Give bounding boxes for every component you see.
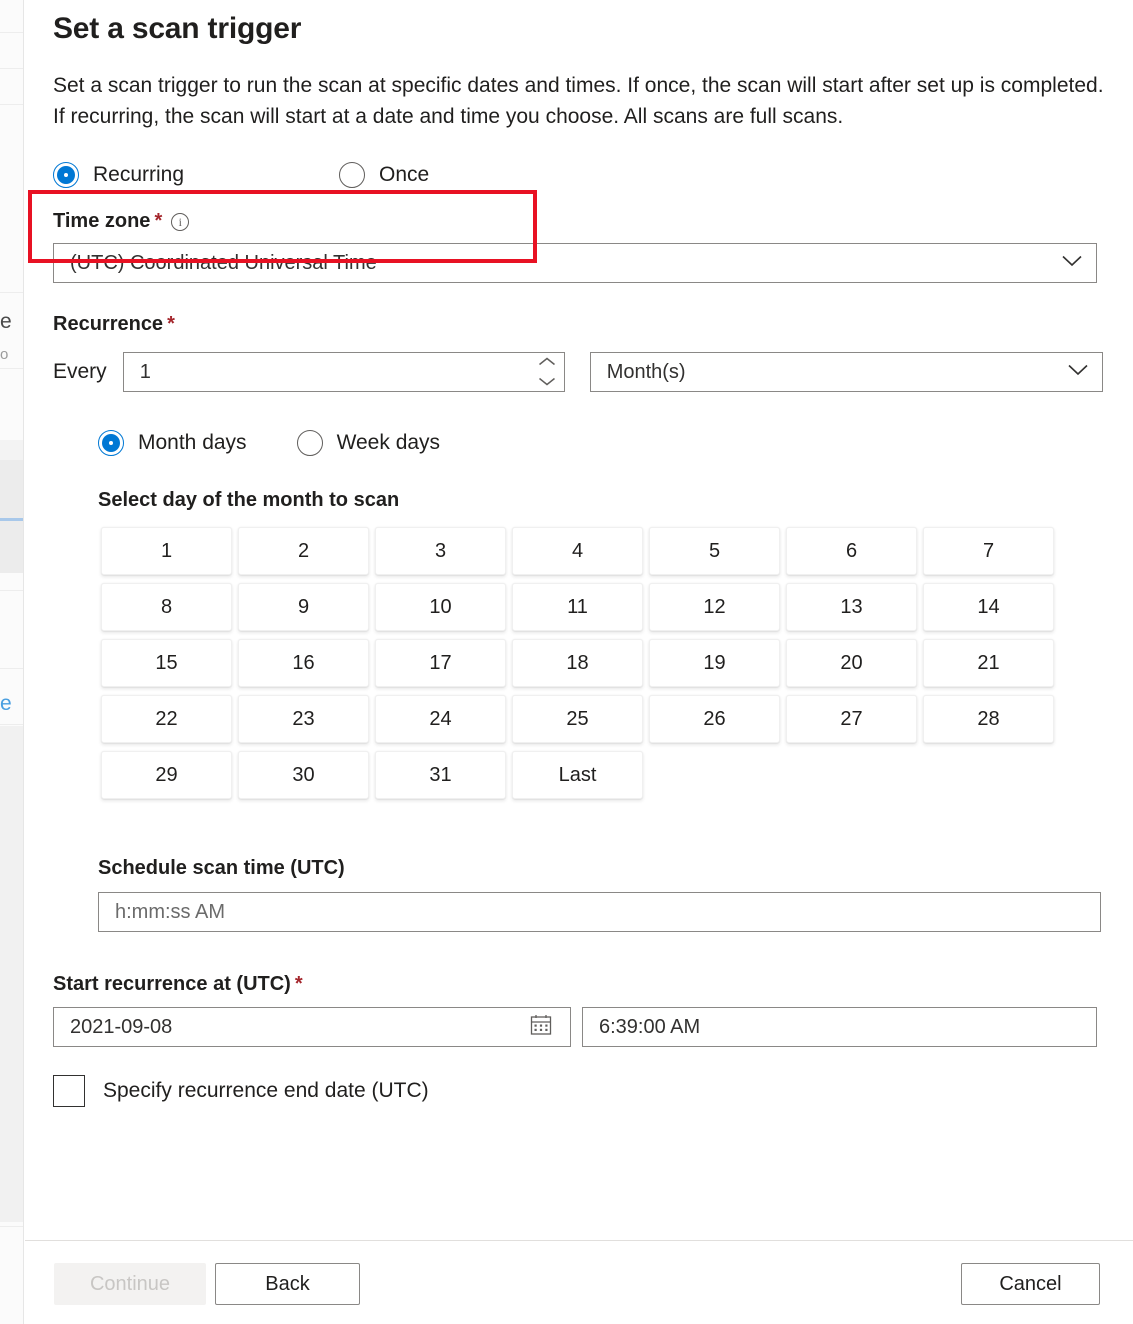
bg-text-fragment-3: e [0, 692, 12, 715]
day-cell[interactable]: 20 [786, 639, 917, 687]
day-cell[interactable]: 13 [786, 583, 917, 631]
cancel-button[interactable]: Cancel [961, 1263, 1100, 1305]
bg-text-fragment-1: e [0, 310, 12, 333]
day-cell[interactable]: 8 [101, 583, 232, 631]
recurrence-required-marker: * [167, 313, 175, 335]
day-cell[interactable]: 29 [101, 751, 232, 799]
day-cell[interactable]: 16 [238, 639, 369, 687]
day-cell[interactable]: 17 [375, 639, 506, 687]
day-cell[interactable]: 25 [512, 695, 643, 743]
day-cell[interactable]: 22 [101, 695, 232, 743]
spinner-up-icon[interactable] [538, 353, 556, 371]
radio-recurring[interactable]: Recurring [53, 162, 184, 188]
recurrence-label-text: Recurrence [53, 313, 164, 335]
trigger-type-radio-group: Recurring Once [53, 162, 1133, 188]
day-picker-label: Select day of the month to scan [98, 489, 400, 511]
time-zone-label: Time zone * i [53, 210, 1133, 233]
day-cell[interactable]: 23 [238, 695, 369, 743]
day-cell[interactable]: 3 [375, 527, 506, 575]
start-recurrence-time-value: 6:39:00 AM [599, 1015, 701, 1038]
recurrence-interval-value: 1 [139, 360, 151, 383]
start-recurrence-required-marker: * [294, 973, 303, 995]
radio-week-days-icon[interactable] [296, 430, 323, 456]
radio-month-days[interactable]: Month days [98, 430, 247, 456]
radio-month-days-icon[interactable] [98, 430, 124, 456]
radio-month-days-label: Month days [138, 431, 247, 454]
recurrence-unit-dropdown[interactable]: Month(s) [589, 352, 1103, 392]
chevron-down-icon [1068, 363, 1088, 381]
day-cell[interactable]: 4 [512, 527, 643, 575]
day-cell[interactable]: 28 [923, 695, 1054, 743]
time-zone-value: (UTC) Coordinated Universal Time [70, 251, 377, 274]
day-cell[interactable]: 12 [649, 583, 780, 631]
dialog-footer: Continue Back Cancel [25, 1240, 1133, 1324]
day-cell[interactable]: 19 [649, 639, 780, 687]
day-cell[interactable]: 21 [923, 639, 1054, 687]
info-icon[interactable]: i [171, 212, 190, 231]
time-zone-required-marker: * [154, 210, 163, 232]
day-cell[interactable]: 15 [101, 639, 232, 687]
day-cell[interactable]: 11 [512, 583, 643, 631]
recurrence-end-date-label: Specify recurrence end date (UTC) [103, 1079, 429, 1102]
day-cell[interactable]: 2 [238, 527, 369, 575]
day-cell[interactable]: 24 [375, 695, 506, 743]
background-page-strip: e o e [0, 0, 24, 1324]
radio-recurring-icon[interactable] [53, 162, 79, 188]
time-zone-label-text: Time zone [53, 210, 151, 232]
day-cell[interactable]: 6 [786, 527, 917, 575]
page-title: Set a scan trigger [53, 12, 302, 45]
recurrence-mode-radio-group: Month days Week days [98, 430, 1133, 456]
day-cell[interactable]: 5 [649, 527, 780, 575]
every-label: Every [53, 360, 107, 383]
day-cell[interactable]: 10 [375, 583, 506, 631]
schedule-scan-time-placeholder: h:mm:ss AM [115, 900, 226, 923]
start-recurrence-time-input[interactable]: 6:39:00 AM [582, 1007, 1097, 1047]
day-cell[interactable]: 18 [512, 639, 643, 687]
time-zone-dropdown[interactable]: (UTC) Coordinated Universal Time [53, 243, 1097, 283]
day-cell[interactable]: 9 [238, 583, 369, 631]
recurrence-end-date-checkbox[interactable] [53, 1075, 85, 1107]
day-cell[interactable]: Last [512, 751, 643, 799]
recurrence-interval-input[interactable]: 1 [122, 352, 565, 392]
recurrence-interval-row: Every 1 Month(s) [53, 352, 1133, 392]
day-cell[interactable]: 31 [375, 751, 506, 799]
month-day-grid: 1 2 3 4 5 6 7 8 9 10 11 12 13 14 15 16 17 18 19 20 21 22 23 24 2… [98, 523, 1057, 803]
start-recurrence-date-value: 2021-09-08 [70, 1015, 173, 1038]
day-cell[interactable]: 14 [923, 583, 1054, 631]
day-cell[interactable]: 30 [238, 751, 369, 799]
start-recurrence-date-input[interactable]: 2021-09-08 [53, 1007, 571, 1047]
radio-once-icon[interactable] [339, 162, 366, 188]
start-recurrence-label: Start recurrence at (UTC) * [53, 973, 1133, 996]
continue-button[interactable]: Continue [54, 1263, 206, 1305]
recurrence-label: Recurrence * [53, 313, 1133, 336]
day-cell[interactable]: 1 [101, 527, 232, 575]
recurrence-unit-value: Month(s) [606, 360, 686, 383]
page-description: Set a scan trigger to run the scan at sp… [53, 74, 1104, 128]
chevron-down-icon [1062, 254, 1082, 272]
schedule-scan-time-input[interactable]: h:mm:ss AM [98, 892, 1101, 932]
spinner-down-icon[interactable] [538, 373, 556, 391]
day-cell[interactable]: 26 [649, 695, 780, 743]
radio-week-days-label: Week days [336, 431, 441, 454]
day-cell[interactable]: 7 [923, 527, 1054, 575]
recurrence-end-date-checkbox-row[interactable]: Specify recurrence end date (UTC) [53, 1075, 1133, 1107]
schedule-scan-time-label: Schedule scan time (UTC) [98, 857, 345, 879]
radio-week-days[interactable]: Week days [296, 430, 441, 456]
scan-trigger-panel: Set a scan trigger Set a scan trigger to… [25, 0, 1133, 1324]
back-button[interactable]: Back [215, 1263, 360, 1305]
calendar-icon[interactable] [530, 1014, 552, 1041]
bg-text-fragment-2: o [0, 346, 9, 363]
day-cell[interactable]: 27 [786, 695, 917, 743]
radio-once[interactable]: Once [339, 162, 429, 188]
spinner-buttons[interactable] [538, 353, 556, 391]
radio-recurring-label: Recurring [93, 163, 185, 186]
radio-once-label: Once [379, 163, 430, 186]
start-recurrence-label-text: Start recurrence at (UTC) [53, 973, 291, 995]
